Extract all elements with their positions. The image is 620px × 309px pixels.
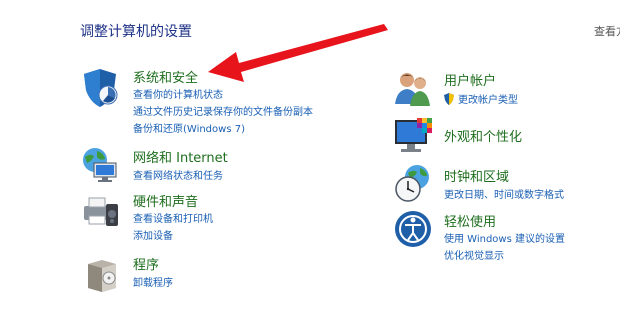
category-network-title[interactable]: 网络和 Internet: [133, 147, 228, 166]
clock-globe-icon[interactable]: [393, 163, 433, 203]
link-network-status[interactable]: 查看网络状态和任务: [133, 167, 223, 182]
link-change-account-type[interactable]: 更改帐户类型: [458, 91, 518, 106]
link-uninstall-program[interactable]: 卸载程序: [133, 274, 173, 289]
globe-network-icon[interactable]: [80, 145, 120, 185]
link-recommended-settings[interactable]: 使用 Windows 建议的设置: [444, 230, 565, 245]
category-appearance-title[interactable]: 外观和个性化: [444, 126, 522, 145]
link-backup-restore[interactable]: 备份和还原(Windows 7): [133, 120, 245, 135]
link-change-date-time-format[interactable]: 更改日期、时间或数字格式: [444, 186, 564, 201]
monitor-palette-icon[interactable]: [393, 116, 433, 156]
shield-icon[interactable]: [80, 68, 120, 108]
category-clock-region-title[interactable]: 时钟和区域: [444, 166, 509, 185]
category-hardware-title[interactable]: 硬件和声音: [133, 191, 198, 210]
category-programs-title[interactable]: 程序: [133, 254, 159, 273]
category-ease-of-access-title[interactable]: 轻松使用: [444, 211, 496, 230]
link-devices-printers[interactable]: 查看设备和打印机: [133, 210, 213, 225]
link-file-history-backup[interactable]: 通过文件历史记录保存你的文件备份副本: [133, 103, 313, 118]
printer-speaker-icon[interactable]: [80, 190, 120, 230]
view-by-label[interactable]: 查看方: [594, 23, 620, 39]
link-add-device[interactable]: 添加设备: [133, 227, 173, 242]
category-user-accounts-title[interactable]: 用户帐户: [444, 70, 496, 89]
arrow-shape: [208, 24, 388, 82]
programs-box-icon[interactable]: [80, 254, 120, 294]
link-view-computer-status[interactable]: 查看你的计算机状态: [133, 86, 223, 101]
page-title: 调整计算机的设置: [80, 24, 192, 40]
users-icon[interactable]: [393, 68, 433, 108]
link-optimize-visual-display[interactable]: 优化视觉显示: [444, 247, 504, 262]
category-system-security-title[interactable]: 系统和安全: [133, 67, 198, 86]
ease-of-access-icon[interactable]: [393, 209, 433, 249]
uac-shield-icon: [443, 90, 455, 105]
